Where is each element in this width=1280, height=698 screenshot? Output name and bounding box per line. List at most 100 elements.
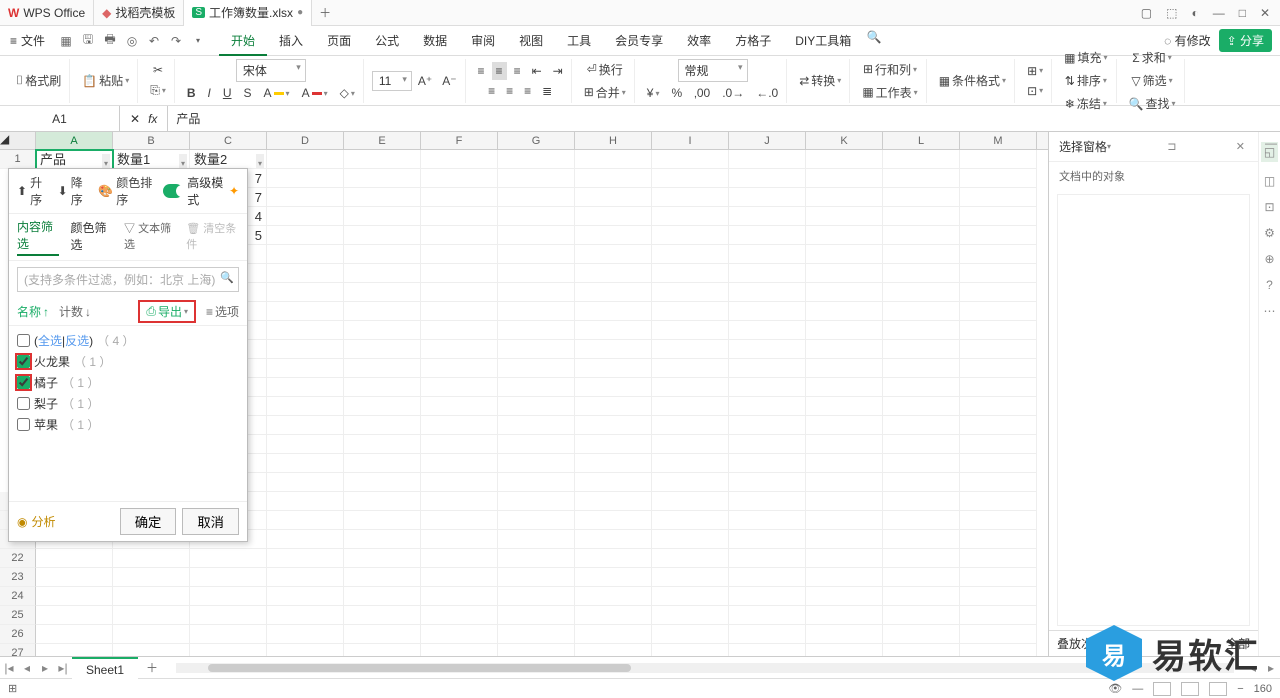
col-header-j[interactable]: J — [729, 132, 806, 149]
window-cube-icon[interactable]: ⬚ — [1166, 6, 1177, 20]
sort-desc-button[interactable]: ⬇ 降序 — [58, 174, 89, 208]
sheet-last-icon[interactable]: ▸| — [54, 661, 72, 675]
comma-icon[interactable]: ‚00 — [690, 84, 714, 102]
rail-link-icon[interactable]: ⊕ — [1264, 252, 1274, 266]
ribbon-tab-diy[interactable]: DIY工具箱 — [783, 26, 863, 56]
highlight-button[interactable]: ◇▾ — [336, 84, 359, 102]
filter-item-checkbox[interactable] — [17, 376, 30, 389]
options-button[interactable]: ≡ 选项 — [206, 300, 239, 323]
window-minimize-icon[interactable]: — — [1213, 6, 1225, 20]
col-header-c[interactable]: C — [190, 132, 267, 149]
align-top-icon[interactable]: ≡ — [474, 62, 489, 80]
filter-search-input[interactable]: (支持多条件过滤，例如：北京 上海) — [17, 267, 239, 292]
quick-new-icon[interactable]: ▦ — [55, 30, 77, 52]
cell-c1[interactable]: 数量2 — [190, 150, 267, 169]
view-layout-icon[interactable] — [1181, 682, 1199, 696]
eye-icon[interactable]: 👁 — [1108, 682, 1122, 695]
sheet-first-icon[interactable]: |◂ — [0, 661, 18, 675]
ok-button[interactable]: 确定 — [120, 508, 177, 535]
app-tab-template[interactable]: ◆找稻壳模板 — [94, 0, 184, 26]
align-center-icon[interactable]: ≡ — [502, 82, 517, 100]
wrap-button[interactable]: ⏎ 换行 — [583, 59, 627, 80]
formula-input[interactable]: 产品 — [168, 110, 1280, 127]
sheet-tab-sheet1[interactable]: Sheet1 — [72, 657, 138, 679]
export-button[interactable]: ⎙ 导出▾ — [138, 300, 196, 323]
dec-inc-icon[interactable]: .0→ — [718, 84, 748, 102]
condfmt-button[interactable]: ▦条件格式▾ — [935, 70, 1010, 91]
col-header-h[interactable]: H — [575, 132, 652, 149]
file-menu[interactable]: ≡文件 — [0, 32, 55, 49]
size-down-icon[interactable]: A⁻ — [438, 71, 460, 91]
window-user-icon[interactable]: ◐ — [1191, 6, 1198, 20]
sum-button[interactable]: Σ 求和▾ — [1128, 47, 1175, 68]
sort-by-name-button[interactable]: 名称 ↑ — [17, 300, 49, 323]
rowcol-button[interactable]: ⊞ 行和列▾ — [859, 59, 921, 80]
cut-button[interactable]: ✂ — [149, 61, 167, 79]
collapse-side-icon[interactable]: — — [1265, 136, 1277, 150]
ribbon-tab-page[interactable]: 页面 — [315, 26, 363, 56]
ribbon-tab-review[interactable]: 审阅 — [459, 26, 507, 56]
filter-button[interactable]: ▽ 筛选▾ — [1127, 70, 1176, 91]
app-tab-wps[interactable]: WWPS Office — [0, 0, 94, 26]
filter-item-checkbox[interactable] — [17, 355, 30, 368]
percent-icon[interactable]: % — [668, 84, 687, 102]
cell-style-button[interactable]: ⊞▾ — [1023, 62, 1047, 80]
merge-button[interactable]: ⊞ 合并▾ — [580, 82, 630, 103]
table-style-button[interactable]: ⊡▾ — [1023, 82, 1047, 100]
italic-button[interactable]: I — [204, 84, 215, 102]
convert-button[interactable]: ⇄ 转换▾ — [795, 70, 845, 91]
filter-item-checkbox[interactable] — [17, 418, 30, 431]
content-filter-tab[interactable]: 内容筛选 — [17, 218, 59, 256]
share-button[interactable]: ⇪ 分享 — [1219, 29, 1272, 52]
worksheet-button[interactable]: ▦ 工作表▾ — [858, 82, 921, 103]
col-header-d[interactable]: D — [267, 132, 344, 149]
number-format-select[interactable]: 常规 — [678, 59, 748, 82]
ribbon-tab-efficiency[interactable]: 效率 — [675, 26, 723, 56]
show-all-button[interactable]: 全部 — [1226, 635, 1250, 652]
ribbon-tab-member[interactable]: 会员专享 — [603, 26, 675, 56]
align-mid-icon[interactable]: ≡ — [492, 62, 507, 80]
quick-print-icon[interactable]: 🖶 — [99, 30, 121, 52]
new-tab-button[interactable]: ＋ — [312, 4, 338, 21]
horizontal-scrollbar[interactable] — [176, 663, 1234, 673]
fill-button[interactable]: ▦ 填充▾ — [1060, 47, 1111, 68]
window-maximize-icon[interactable]: □ — [1239, 6, 1246, 20]
currency-icon[interactable]: ¥▾ — [643, 84, 664, 102]
quick-redo-icon[interactable]: ↷ — [165, 30, 187, 52]
rail-more-icon[interactable]: ⋯ — [1264, 304, 1276, 318]
clear-filter-button[interactable]: 🗑 清空条件 — [186, 220, 239, 254]
format-painter-button[interactable]: ⌷格式刷 — [12, 70, 65, 91]
row-header[interactable]: 22 — [0, 549, 36, 568]
rail-help-icon[interactable]: ? — [1266, 278, 1273, 292]
select-all-link[interactable]: 全选 — [38, 334, 62, 348]
ribbon-tab-formula[interactable]: 公式 — [363, 26, 411, 56]
close-tab-icon[interactable]: ● — [297, 7, 303, 18]
analyze-button[interactable]: ◉ 分析 — [17, 513, 56, 530]
view-normal-icon[interactable] — [1153, 682, 1171, 696]
row-header[interactable]: 23 — [0, 568, 36, 587]
align-bot-icon[interactable]: ≡ — [510, 62, 525, 80]
quick-save-icon[interactable]: 🖫 — [77, 30, 99, 52]
add-sheet-button[interactable]: ＋ — [138, 659, 166, 676]
quick-more-icon[interactable]: ▾ — [187, 30, 209, 52]
app-tab-workbook[interactable]: S工作簿数量.xlsx● — [184, 0, 312, 26]
window-restore-icon[interactable]: ▢ — [1141, 6, 1152, 20]
cancel-button[interactable]: 取消 — [182, 508, 239, 535]
quick-preview-icon[interactable]: ◎ — [121, 30, 143, 52]
row-header[interactable]: 25 — [0, 606, 36, 625]
select-all-checkbox[interactable] — [17, 334, 30, 347]
stack-up-icon[interactable]: ▴ — [1111, 637, 1117, 651]
ribbon-search-icon[interactable]: 🔍 — [863, 26, 885, 48]
view-break-icon[interactable] — [1209, 682, 1227, 696]
copy-button[interactable]: ⎘▾ — [146, 81, 170, 100]
rail-style-icon[interactable]: ◫ — [1264, 174, 1275, 188]
col-header-g[interactable]: G — [498, 132, 575, 149]
align-just-icon[interactable]: ≣ — [538, 82, 556, 100]
indent-inc-icon[interactable]: ⇥ — [549, 62, 567, 80]
strike-button[interactable]: S — [240, 84, 256, 102]
cell-b1[interactable]: 数量1 — [113, 150, 190, 169]
indent-dec-icon[interactable]: ⇤ — [528, 62, 546, 80]
select-all-corner[interactable]: ◢ — [0, 132, 36, 149]
font-select[interactable]: 宋体 — [236, 59, 306, 82]
quick-undo-icon[interactable]: ↶ — [143, 30, 165, 52]
